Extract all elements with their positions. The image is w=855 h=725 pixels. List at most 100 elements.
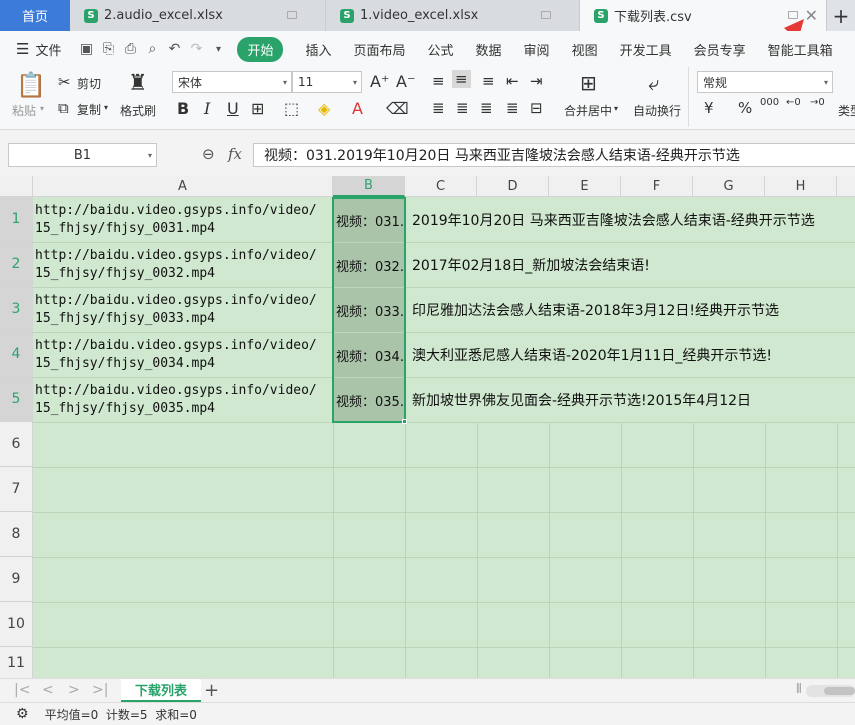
distributed-icon[interactable]: ⊟ <box>530 99 543 117</box>
column-header-g[interactable]: G <box>693 176 765 197</box>
format-painter-button[interactable]: 格式刷 <box>120 102 156 119</box>
more-quick-icon[interactable]: ▾ <box>207 38 229 60</box>
fill-handle[interactable] <box>402 419 407 424</box>
scroll-split-icon[interactable]: ⦀ <box>796 682 802 697</box>
column-header-e[interactable]: E <box>549 176 621 197</box>
wrap-text-button[interactable]: 自动换行 <box>633 102 681 119</box>
tab-insert[interactable]: 插入 <box>305 40 331 59</box>
tab-video-excel[interactable]: S 1.video_excel.xlsx <box>326 0 580 31</box>
row-header-4[interactable]: 4 <box>0 332 33 377</box>
tab-data[interactable]: 数据 <box>476 40 502 59</box>
add-sheet-button[interactable]: + <box>204 680 219 701</box>
font-color-icon[interactable]: A <box>352 99 363 118</box>
cell-b4[interactable]: 视频：034. <box>333 333 405 377</box>
column-header-d[interactable]: D <box>477 176 549 197</box>
wrap-text-icon[interactable]: ⤶ <box>648 71 659 95</box>
tab-smart-tools[interactable]: 智能工具箱 <box>768 40 833 59</box>
cell-c2[interactable]: 2017年02月18日_新加坡法会结束语! <box>412 243 650 287</box>
paste-dropdown-icon[interactable]: ▾ <box>40 104 44 113</box>
merge-cells-icon[interactable]: ⊞ <box>580 71 597 95</box>
row-header-11[interactable]: 11 <box>0 647 33 678</box>
align-bottom-icon[interactable]: ≡ <box>482 72 495 90</box>
column-header-h[interactable]: H <box>765 176 837 197</box>
redo-icon[interactable]: ↷ <box>185 38 207 60</box>
format-painter-icon[interactable]: ♜ <box>128 71 148 96</box>
row-header-2[interactable]: 2 <box>0 242 33 287</box>
next-sheet-icon[interactable]: > <box>68 682 80 698</box>
paste-icon[interactable]: 📋 <box>16 71 46 99</box>
cell-b5[interactable]: 视频：035. <box>333 378 405 422</box>
last-sheet-icon[interactable]: >| <box>92 682 108 698</box>
percent-icon[interactable]: % <box>738 99 752 117</box>
bold-icon[interactable]: B <box>177 99 189 118</box>
thousands-icon[interactable]: 000 <box>760 97 779 108</box>
cell-b2[interactable]: 视频：032. <box>333 243 405 287</box>
align-right-icon[interactable]: ≣ <box>480 99 493 117</box>
cell-c4[interactable]: 澳大利亚悉尼感人结束语-2020年1月11日_经典开示节选! <box>412 333 772 377</box>
select-all-corner[interactable] <box>0 176 33 197</box>
macro-record-icon[interactable]: ⚙ <box>16 706 29 722</box>
align-middle-icon[interactable]: ≡ <box>452 70 471 88</box>
horizontal-scrollbar[interactable] <box>806 685 855 697</box>
copy-dropdown-icon[interactable]: ▾ <box>104 103 108 112</box>
fill-style-icon[interactable]: ⬚ <box>284 99 299 118</box>
cell-a4[interactable]: http://baidu.video.gsyps.info/video/ 15_… <box>35 337 331 373</box>
tab-start[interactable]: 开始 <box>237 36 284 62</box>
fill-color-icon[interactable]: ◈ <box>318 99 330 118</box>
type-convert-button[interactable]: 类型 <box>838 102 855 119</box>
clear-format-icon[interactable]: ⌫ <box>386 99 409 118</box>
row-header-8[interactable]: 8 <box>0 512 33 557</box>
increase-indent-icon[interactable]: ⇥ <box>530 72 543 90</box>
cell-c1[interactable]: 2019年10月20日 马来西亚吉隆坡法会感人结束语-经典开示节选 <box>412 198 815 242</box>
tab-formula[interactable]: 公式 <box>428 40 454 59</box>
undo-icon[interactable]: ↶ <box>163 38 185 60</box>
tab-page-layout[interactable]: 页面布局 <box>354 40 406 59</box>
cell-b3[interactable]: 视频：033. <box>333 288 405 332</box>
copy-button[interactable]: 复制 <box>77 101 101 118</box>
currency-icon[interactable]: ¥ <box>704 99 714 117</box>
fx-icon[interactable]: fx <box>228 145 242 163</box>
merge-dropdown-icon[interactable]: ▾ <box>614 104 618 113</box>
monitor-icon[interactable] <box>541 11 551 19</box>
column-header-a[interactable]: A <box>33 176 333 197</box>
hamburger-icon[interactable]: ☰ <box>16 40 29 58</box>
align-top-icon[interactable]: ≡ <box>432 72 445 90</box>
column-header-c[interactable]: C <box>405 176 477 197</box>
column-header-f[interactable]: F <box>621 176 693 197</box>
print-preview-icon[interactable]: ⌕ <box>141 38 163 60</box>
copy-icon[interactable]: ⧉ <box>58 99 69 117</box>
name-box[interactable]: B1 ▾ <box>8 143 157 167</box>
underline-icon[interactable]: U <box>227 99 239 118</box>
decrease-indent-icon[interactable]: ⇤ <box>506 72 519 90</box>
file-menu[interactable]: 文件 <box>35 40 61 59</box>
column-header-i[interactable] <box>837 176 855 197</box>
increase-font-icon[interactable]: A⁺ <box>370 72 389 91</box>
row-header-10[interactable]: 10 <box>0 602 33 647</box>
cell-a5[interactable]: http://baidu.video.gsyps.info/video/ 15_… <box>35 382 331 418</box>
print-icon[interactable]: ⎙ <box>119 38 141 60</box>
justify-icon[interactable]: ≣ <box>506 99 519 117</box>
prev-sheet-icon[interactable]: < <box>42 682 54 698</box>
first-sheet-icon[interactable]: |< <box>14 682 30 698</box>
number-format-select[interactable]: 常规 ▾ <box>697 71 833 93</box>
cut-button[interactable]: 剪切 <box>77 75 101 92</box>
column-header-b[interactable]: B <box>333 176 405 197</box>
sheet-tab-download-list[interactable]: 下载列表 <box>121 679 201 702</box>
increase-decimal-icon[interactable]: ←0 <box>786 97 801 108</box>
zoom-icon[interactable]: ⊖ <box>202 145 215 163</box>
decrease-decimal-icon[interactable]: →0 <box>810 97 825 108</box>
cell-c3[interactable]: 印尼雅加达法会感人结束语-2018年3月12日!经典开示节选 <box>412 288 779 332</box>
row-header-7[interactable]: 7 <box>0 467 33 512</box>
font-name-select[interactable]: 宋体 ▾ <box>172 71 292 93</box>
home-tab[interactable]: 首页 <box>0 0 70 31</box>
tab-audio-excel[interactable]: S 2.audio_excel.xlsx <box>70 0 326 31</box>
cell-c5[interactable]: 新加坡世界佛友见面会-经典开示节选!2015年4月12日 <box>412 378 751 422</box>
italic-icon[interactable]: I <box>204 99 210 118</box>
borders-icon[interactable]: ⊞ <box>251 99 264 118</box>
font-size-select[interactable]: 11 ▾ <box>292 71 362 93</box>
paste-button[interactable]: 粘贴 <box>12 102 36 119</box>
row-header-5[interactable]: 5 <box>0 377 33 422</box>
tab-developer[interactable]: 开发工具 <box>620 40 672 59</box>
row-header-3[interactable]: 3 <box>0 287 33 332</box>
cell-a3[interactable]: http://baidu.video.gsyps.info/video/ 15_… <box>35 292 331 328</box>
